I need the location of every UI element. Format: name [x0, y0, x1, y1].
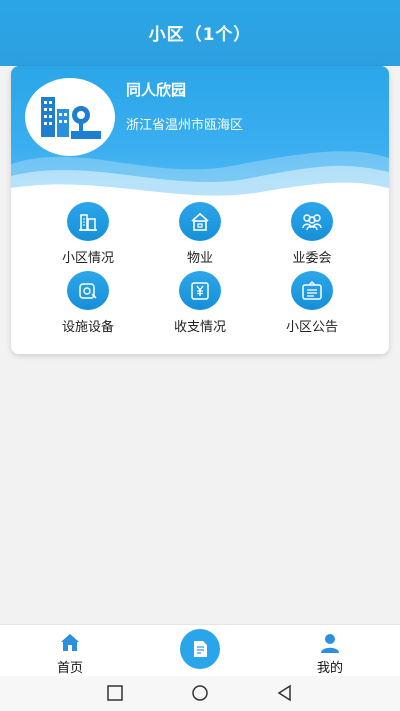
page-title: 小区（1个） — [148, 25, 252, 45]
community-logo — [25, 78, 115, 156]
system-nav-bar — [0, 676, 400, 711]
community-name: 同人欣园 — [126, 81, 187, 99]
grid-item-community-status[interactable]: 小区情况 — [33, 202, 143, 266]
grid-label: 设施设备 — [61, 320, 114, 335]
home-icon — [61, 634, 79, 651]
grid-label: 小区情况 — [61, 251, 114, 266]
building-icon — [67, 202, 109, 241]
grid-label: 物业 — [186, 251, 213, 266]
community-logo-icon — [41, 97, 101, 139]
grid-label: 业委会 — [292, 251, 332, 266]
grid-item-owners-committee[interactable]: 业委会 — [257, 202, 367, 266]
tab-home-label: 首页 — [56, 661, 83, 676]
document-icon — [194, 641, 207, 657]
grid-item-property[interactable]: 物业 — [145, 202, 255, 266]
user-icon — [321, 634, 339, 653]
grid-item-notices[interactable]: 小区公告 — [257, 271, 367, 335]
back-icon[interactable] — [276, 684, 294, 702]
home-circle-icon[interactable] — [190, 684, 210, 702]
notice-icon — [291, 271, 333, 310]
house-icon — [179, 202, 221, 241]
grid-item-finance[interactable]: 收支情况 — [145, 271, 255, 335]
group-icon — [291, 202, 333, 241]
center-action-button[interactable] — [180, 629, 220, 669]
recent-apps-icon[interactable] — [106, 684, 124, 702]
grid-item-facilities[interactable]: 设施设备 — [33, 271, 143, 335]
app-header: 小区（1个） — [0, 0, 400, 66]
tab-mine[interactable]: 我的 — [280, 625, 380, 677]
bottom-tab-bar: 首页 我的 — [0, 624, 400, 676]
grid-label: 小区公告 — [285, 320, 338, 335]
tab-home[interactable]: 首页 — [20, 625, 120, 677]
grid-label: 收支情况 — [173, 320, 226, 335]
community-address: 浙江省温州市瓯海区 — [126, 118, 244, 133]
community-banner: 同人欣园 浙江省温州市瓯海区 — [11, 66, 389, 206]
community-card[interactable]: 同人欣园 浙江省温州市瓯海区 小区情况 物业 业委会 设施设备 收支情况 小区公… — [11, 66, 389, 354]
facility-icon — [67, 271, 109, 310]
tab-mine-label: 我的 — [316, 661, 343, 676]
yuan-icon — [179, 271, 221, 310]
